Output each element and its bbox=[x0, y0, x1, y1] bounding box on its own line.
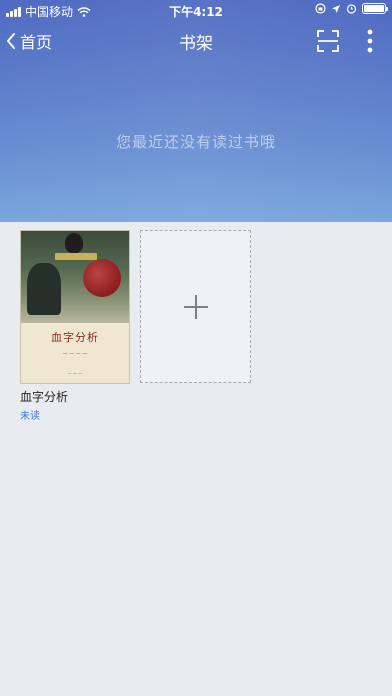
location-icon bbox=[332, 4, 340, 13]
back-button[interactable]: 首页 bbox=[6, 29, 52, 53]
nav-bar: 首页 书架 bbox=[0, 22, 392, 58]
chevron-left-icon bbox=[7, 33, 15, 49]
signal-icon bbox=[6, 6, 21, 17]
rotation-lock-icon bbox=[315, 3, 326, 14]
cover-author-line: — — — — bbox=[62, 351, 88, 357]
alarm-icon bbox=[346, 4, 357, 14]
more-button[interactable] bbox=[360, 28, 380, 54]
more-vertical-icon bbox=[367, 29, 373, 53]
wax-seal-emblem bbox=[83, 259, 121, 297]
status-bar: 中国移动 下午4:12 bbox=[0, 0, 392, 20]
scan-button[interactable] bbox=[316, 29, 340, 53]
battery-icon bbox=[362, 3, 388, 14]
bookshelf: 血字分析 — — — — — — — 血字分析 未读 bbox=[0, 222, 392, 696]
back-label: 首页 bbox=[20, 33, 53, 52]
empty-reading-message: 您最近还没有读过书哦 bbox=[115, 133, 276, 151]
scan-icon bbox=[317, 30, 339, 52]
cover-title: 血字分析 bbox=[51, 331, 99, 344]
carrier-label: 中国移动 bbox=[25, 5, 74, 19]
book-item[interactable]: 血字分析 — — — — — — — 血字分析 未读 bbox=[20, 230, 130, 422]
book-title: 血字分析 bbox=[20, 390, 69, 404]
status-right bbox=[315, 3, 388, 14]
status-time: 下午4:12 bbox=[169, 5, 223, 19]
header-banner: 中国移动 下午4:12 首页 书架 您最近还没有读过书哦 bbox=[0, 0, 392, 222]
book-cover[interactable]: 血字分析 — — — — — — — bbox=[20, 230, 130, 384]
cover-banner bbox=[55, 253, 97, 260]
add-book-button[interactable] bbox=[140, 230, 251, 383]
status-left: 中国移动 bbox=[6, 3, 91, 20]
cover-publisher-line: — — — bbox=[67, 371, 83, 376]
plus-icon bbox=[183, 294, 208, 319]
cover-figure bbox=[27, 263, 61, 315]
silhouette-emblem bbox=[65, 233, 83, 253]
page-title: 书架 bbox=[179, 34, 213, 54]
book-read-status: 未读 bbox=[20, 411, 40, 422]
wifi-icon bbox=[77, 6, 91, 17]
